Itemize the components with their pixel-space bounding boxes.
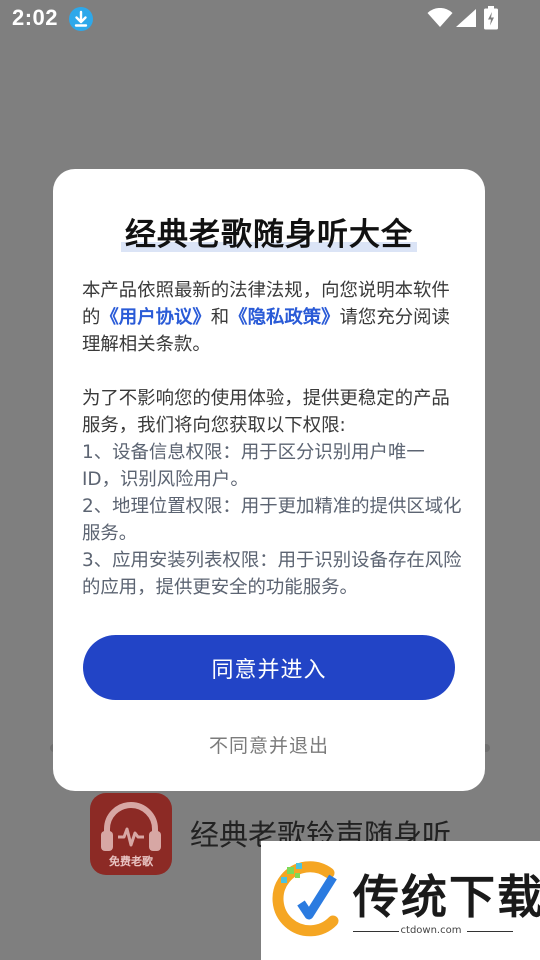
watermark: 传统下载 ctdown.com [261, 841, 540, 960]
signal-icon [455, 8, 477, 32]
status-time: 2:02 [12, 5, 59, 30]
permissions-intro: 为了不影响您的使用体验，提供更稳定的产品服务，我们将向您获取以下权限: [82, 388, 450, 436]
dialog-title: 经典老歌随身听大全 [121, 209, 417, 254]
intro-paragraph: 本产品依照最新的法律法规，向您说明本软件的《用户协议》和《隐私政策》请您充分阅读… [82, 280, 450, 355]
download-icon [69, 7, 93, 31]
privacy-policy-link[interactable]: 《隐私政策》 [229, 307, 339, 328]
watermark-site: ctdown.com [400, 925, 462, 936]
permission-item: 2、地理位置权限：用于更加精准的提供区域化服务。 [82, 496, 462, 544]
permission-item: 1、设备信息权限：用于区分识别用户唯一ID，识别风险用户。 [82, 442, 425, 490]
app-icon: 免费老歌 [90, 793, 172, 875]
dialog-body: 本产品依照最新的法律法规，向您说明本软件的《用户协议》和《隐私政策》请您充分阅读… [82, 277, 462, 601]
wifi-icon [427, 7, 453, 32]
disagree-button[interactable]: 不同意并退出 [53, 731, 485, 758]
battery-charging-icon [484, 6, 498, 34]
privacy-dialog: 经典老歌随身听大全 本产品依照最新的法律法规，向您说明本软件的《用户协议》和《隐… [53, 169, 485, 791]
app-icon-badge: 免费老歌 [109, 855, 153, 868]
permission-item: 3、应用安装列表权限：用于识别设备存在风险的应用，提供更安全的功能服务。 [82, 550, 462, 598]
agree-button[interactable]: 同意并进入 [83, 635, 455, 700]
user-agreement-link[interactable]: 《用户协议》 [100, 307, 210, 328]
watermark-brand: 传统下载 [353, 870, 540, 924]
watermark-logo-icon [271, 859, 347, 943]
status-bar: 2:02 [0, 0, 540, 36]
